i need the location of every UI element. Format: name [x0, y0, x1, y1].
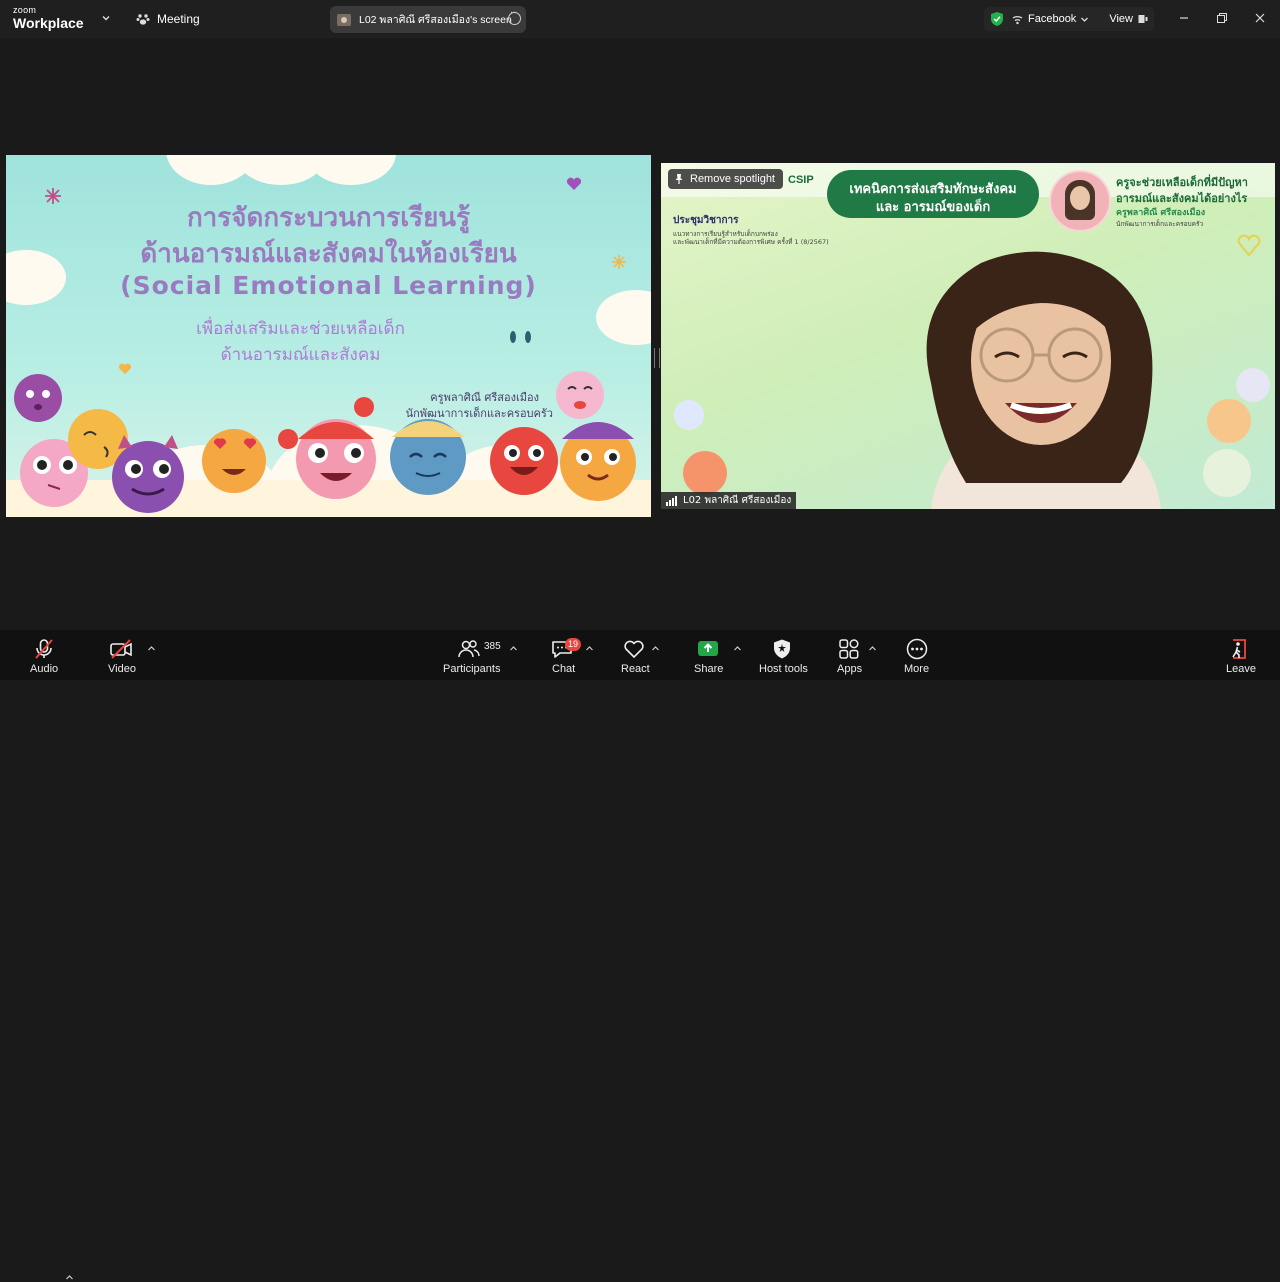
close-icon[interactable]	[1252, 10, 1268, 26]
heart-icon	[566, 177, 582, 190]
leave-door-icon	[1232, 639, 1246, 659]
meeting-label: Meeting	[157, 12, 200, 26]
video-button[interactable]: Video	[106, 630, 138, 680]
livestream-status[interactable]: Facebook View	[984, 7, 1154, 31]
paw-icon	[136, 14, 150, 25]
shared-screen-pill[interactable]: L02 พลาศิณี ศรีสองเมือง's screen	[330, 6, 526, 33]
emoji-pink-laugh	[278, 397, 376, 499]
emoji-pink-tongue	[556, 371, 604, 419]
minimize-icon[interactable]	[1176, 10, 1192, 26]
restore-icon[interactable]	[1214, 10, 1230, 26]
more-options-icon[interactable]	[508, 8, 521, 25]
emoji-characters-illustration	[14, 371, 636, 513]
view-label[interactable]: View	[1109, 13, 1133, 25]
slide-title-line2: ด้านอารมณ์และสังคมในห้องเรียน	[140, 239, 517, 269]
microphone-muted-icon	[35, 639, 53, 659]
video-label: Video	[108, 663, 136, 675]
share-button[interactable]: Share	[694, 630, 724, 680]
apps-grid-icon	[839, 639, 859, 659]
audio-button[interactable]: Audio	[28, 630, 60, 680]
host-tools-label: Host tools	[759, 663, 808, 675]
shared-screen-content: การจัดกระบวนการเรียนรู้ ด้านอารมณ์และสัง…	[6, 155, 651, 517]
participant-name: L02 พลาศิณี ศรีสองเมือง	[683, 495, 792, 506]
leave-label: Leave	[1226, 663, 1256, 675]
background-emoji-decorations	[674, 234, 1270, 497]
brand-line2: Workplace	[13, 15, 84, 31]
slide-title-line3: (Social Emotional Learning)	[120, 271, 537, 300]
emoji-purple-devil	[112, 435, 184, 513]
encryption-shield-icon	[991, 12, 1003, 26]
chevron-up-icon[interactable]	[868, 644, 877, 653]
chevron-up-icon[interactable]	[585, 644, 594, 653]
react-label: React	[621, 663, 650, 675]
chevron-down-icon[interactable]	[100, 12, 112, 24]
signal-strength-icon	[666, 495, 677, 506]
audio-label: Audio	[30, 663, 59, 675]
participants-icon	[458, 640, 480, 658]
heart-icon	[624, 640, 644, 658]
livestream-label: Facebook	[1028, 13, 1077, 25]
slide-subtitle-line2: ด้านอารมณ์และสังคม	[220, 345, 381, 365]
meeting-menu[interactable]: Meeting	[136, 11, 200, 27]
host-tools-button[interactable]: Host tools	[758, 630, 808, 680]
chevron-up-icon[interactable]	[651, 644, 660, 653]
speaker-video-tile[interactable]: CSIP เทคนิคการส่งเสริมทักษะสังคม และ อาร…	[661, 163, 1275, 509]
chat-button[interactable]: 19 Chat	[549, 630, 582, 680]
share-label: Share	[694, 663, 724, 675]
zoom-logo: zoom Workplace	[13, 5, 84, 31]
presenter-avatar	[337, 13, 351, 26]
chevron-up-icon[interactable]	[733, 644, 742, 653]
chat-unread-badge: 19	[565, 638, 582, 651]
meeting-controls-toolbar: Audio Video 385 Participants 19 Chat Rea…	[0, 630, 1280, 1280]
chevron-down-icon	[1081, 17, 1089, 22]
brand-line1: zoom	[13, 5, 37, 15]
emoji-blue-calm	[390, 419, 466, 495]
view-layout-icon[interactable]	[1138, 14, 1148, 24]
emoji-purple-small	[14, 374, 62, 422]
participants-label: Participants	[443, 663, 501, 675]
video-camera-off-icon	[110, 639, 132, 659]
emoji-orange-wink	[560, 422, 636, 501]
more-dots-icon	[906, 638, 928, 660]
chevron-up-icon[interactable]	[147, 644, 156, 653]
chevron-up-icon[interactable]	[65, 1273, 74, 1282]
participant-name-tag: L02 พลาศิณี ศรีสองเมือง	[661, 492, 797, 509]
chevron-up-icon[interactable]	[509, 644, 518, 653]
emoji-orange-love	[202, 429, 266, 493]
participants-button[interactable]: 385 Participants	[443, 630, 507, 680]
emoji-red-grin	[490, 427, 558, 495]
shared-screen-label: L02 พลาศิณี ศรีสองเมือง's screen	[359, 14, 512, 26]
more-button[interactable]: More	[902, 630, 932, 680]
slide-title-line1: การจัดกระบวนการเรียนรู้	[186, 203, 471, 233]
leave-button[interactable]: Leave	[1224, 630, 1256, 680]
slide-subtitle-line1: เพื่อส่งเสริมและช่วยเหลือเด็ก	[196, 319, 405, 339]
resize-handle[interactable]	[654, 348, 660, 368]
title-bar: zoom Workplace Meeting L02 พลาศิณี ศรีสอ…	[0, 0, 1280, 38]
apps-label: Apps	[837, 663, 863, 675]
apps-button[interactable]: Apps	[836, 630, 864, 680]
shield-icon	[774, 639, 790, 659]
participants-count: 385	[484, 641, 501, 652]
more-label: More	[904, 663, 930, 675]
cloud-decoration	[306, 155, 396, 185]
share-screen-icon	[698, 641, 718, 656]
chat-label: Chat	[552, 663, 576, 675]
live-stream-icon	[1012, 15, 1023, 24]
react-button[interactable]: React	[620, 630, 650, 680]
